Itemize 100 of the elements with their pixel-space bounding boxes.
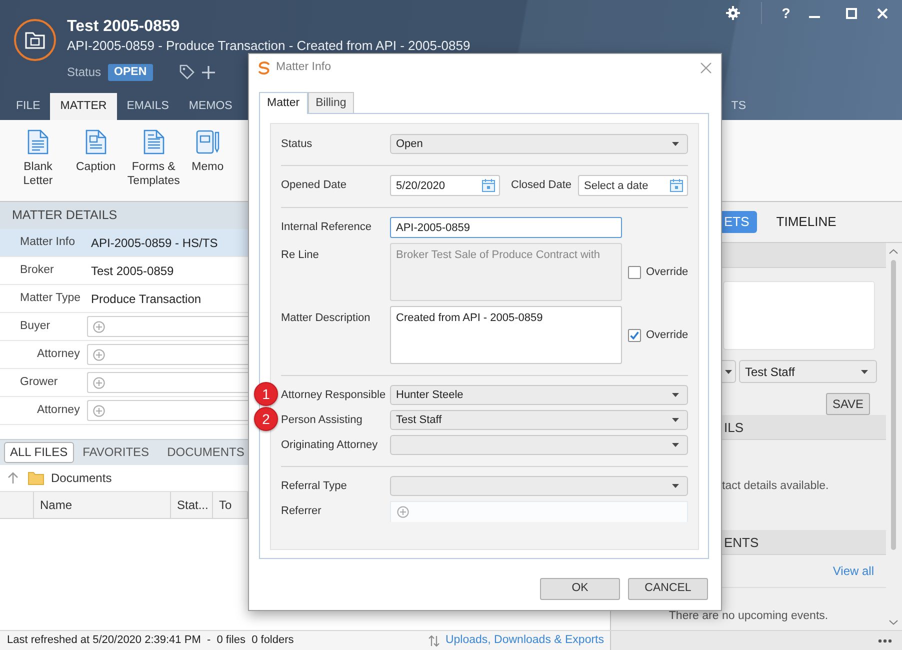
column-header[interactable]: Name xyxy=(34,492,171,518)
panel-tab[interactable]: TIMELINE xyxy=(774,211,844,233)
field-label: Matter Description xyxy=(281,311,372,326)
more-icon[interactable] xyxy=(878,638,892,642)
field-label: Re Line xyxy=(281,248,320,263)
toolbar-button[interactable]: Memo xyxy=(190,129,226,174)
add-circle-icon[interactable] xyxy=(93,320,105,332)
text-area-field: Broker Test Sale of Produce Contract with xyxy=(390,243,622,301)
text-area-field[interactable]: Created from API - 2005-0859 xyxy=(390,306,622,364)
field-label: Referrer xyxy=(281,504,322,520)
field-label: Grower xyxy=(20,374,59,390)
text-field[interactable]: API-2005-0859 xyxy=(390,217,622,238)
field-label: Matter Info xyxy=(20,234,76,250)
field-label: Referral Type xyxy=(281,478,348,494)
add-circle-icon[interactable] xyxy=(93,404,105,416)
calendar-icon[interactable] xyxy=(482,179,495,192)
empty-message: tact details available. xyxy=(722,479,830,493)
field-label: Attorney Responsible xyxy=(281,388,387,403)
field-label: Originating Attorney xyxy=(281,438,379,453)
ribbon-tab[interactable]: TS xyxy=(726,93,756,120)
empty-message: There are no upcoming events. xyxy=(668,610,828,623)
section-header: ILS xyxy=(722,415,886,440)
ribbon-tab[interactable]: MEMOS xyxy=(178,93,242,120)
section-header: MATTER DETAILS xyxy=(0,202,248,229)
detail-row[interactable]: Attorney xyxy=(0,341,248,369)
plus-icon[interactable] xyxy=(202,66,215,78)
dialog-tab[interactable]: Matter xyxy=(259,92,308,114)
folder-icon xyxy=(28,471,44,485)
calendar-icon[interactable] xyxy=(670,179,683,192)
checkbox[interactable] xyxy=(628,328,641,342)
dropdown[interactable]: Test Staff xyxy=(739,360,877,383)
detail-row[interactable]: Attorney xyxy=(0,397,248,425)
contact-picker-field[interactable] xyxy=(390,501,688,522)
add-circle-icon[interactable] xyxy=(397,506,409,518)
contact-picker-field[interactable] xyxy=(87,344,248,365)
toolbar-button[interactable]: Forms & Templates xyxy=(124,129,184,188)
filter-tab[interactable]: FAVORITES xyxy=(74,442,158,463)
field-value: Produce Transaction xyxy=(90,290,202,308)
add-circle-icon[interactable] xyxy=(93,376,105,388)
document-icon xyxy=(142,129,165,155)
checkbox-label: Override xyxy=(646,328,688,343)
field-value: API-2005-0859 - HS/TS xyxy=(90,234,218,252)
caret-icon xyxy=(672,418,679,422)
date-field[interactable]: Select a date xyxy=(578,175,688,196)
document-icon xyxy=(84,129,107,155)
caret-icon xyxy=(861,370,868,374)
section-header: ENTS xyxy=(722,530,886,555)
contact-picker-field[interactable] xyxy=(87,400,248,421)
scrollbar-thumb[interactable] xyxy=(891,260,896,550)
date-field[interactable]: 5/20/2020 xyxy=(390,175,500,196)
filter-tab[interactable]: ALL FILES xyxy=(4,442,74,463)
scroll-up-icon[interactable] xyxy=(889,249,898,254)
dropdown[interactable] xyxy=(722,360,736,383)
dialog-title: Matter Info xyxy=(276,60,331,75)
toolbar-button[interactable]: Caption xyxy=(74,129,118,174)
contact-picker-field[interactable] xyxy=(87,372,248,393)
save-button[interactable]: SAVE xyxy=(826,393,870,415)
field-label: Broker xyxy=(20,262,55,278)
folder-logo-icon xyxy=(14,19,56,61)
up-arrow-icon[interactable] xyxy=(7,472,19,484)
document-icon xyxy=(27,129,49,155)
dialog-tab[interactable]: Billing xyxy=(308,92,354,113)
field-label: Buyer xyxy=(20,318,52,334)
step-number-badge: 1 xyxy=(254,382,278,406)
help-button[interactable]: ? xyxy=(781,5,791,21)
caret-icon xyxy=(672,443,679,447)
field-label: Person Assisting xyxy=(281,412,364,428)
sort-arrows-icon xyxy=(428,634,440,646)
scroll-down-icon[interactable] xyxy=(889,620,898,625)
notebook-pen-icon xyxy=(196,129,220,155)
ribbon-tab[interactable]: FILE xyxy=(6,93,50,120)
field-label: Closed Date xyxy=(511,178,572,194)
status-text: Last refreshed at 5/20/2020 2:39:41 PM - 0 files 0 folders xyxy=(7,633,294,648)
field-label: Opened Date xyxy=(281,178,348,194)
close-icon[interactable] xyxy=(700,62,712,74)
add-circle-icon[interactable] xyxy=(93,348,105,360)
dropdown[interactable]: Hunter Steele xyxy=(390,385,688,405)
note-field[interactable] xyxy=(723,281,875,350)
dialog-button[interactable]: CANCEL xyxy=(628,578,708,600)
step-number-badge: 2 xyxy=(254,407,278,431)
ribbon-tab[interactable]: EMAILS xyxy=(116,93,179,120)
contact-picker-field[interactable] xyxy=(87,316,248,337)
detail-row[interactable]: Grower xyxy=(0,369,248,397)
matter-subtitle: API-2005-0859 - Produce Transaction - Created from API - 2005-0859 xyxy=(67,38,470,53)
caret-icon xyxy=(725,370,732,374)
status-label: Status xyxy=(67,64,102,81)
ribbon-tab[interactable]: MATTER xyxy=(50,93,117,120)
column-header[interactable]: Stat... xyxy=(171,492,213,518)
toolbar-button[interactable]: Blank Letter xyxy=(8,129,68,188)
detail-row[interactable]: Buyer xyxy=(0,313,248,341)
settings-icon[interactable] xyxy=(726,6,740,20)
field-value: Test 2005-0859 xyxy=(90,262,174,280)
tag-icon[interactable] xyxy=(178,64,195,80)
maximize-icon[interactable] xyxy=(846,8,857,18)
dropdown[interactable]: Open xyxy=(390,134,688,154)
field-label: Attorney xyxy=(37,346,81,362)
dialog-button[interactable]: OK xyxy=(540,578,620,600)
folder-name: Documents xyxy=(51,470,112,487)
detail-row[interactable]: Matter Info API-2005-0859 - HS/TS xyxy=(0,229,248,257)
dropdown[interactable]: Test Staff xyxy=(390,410,688,430)
